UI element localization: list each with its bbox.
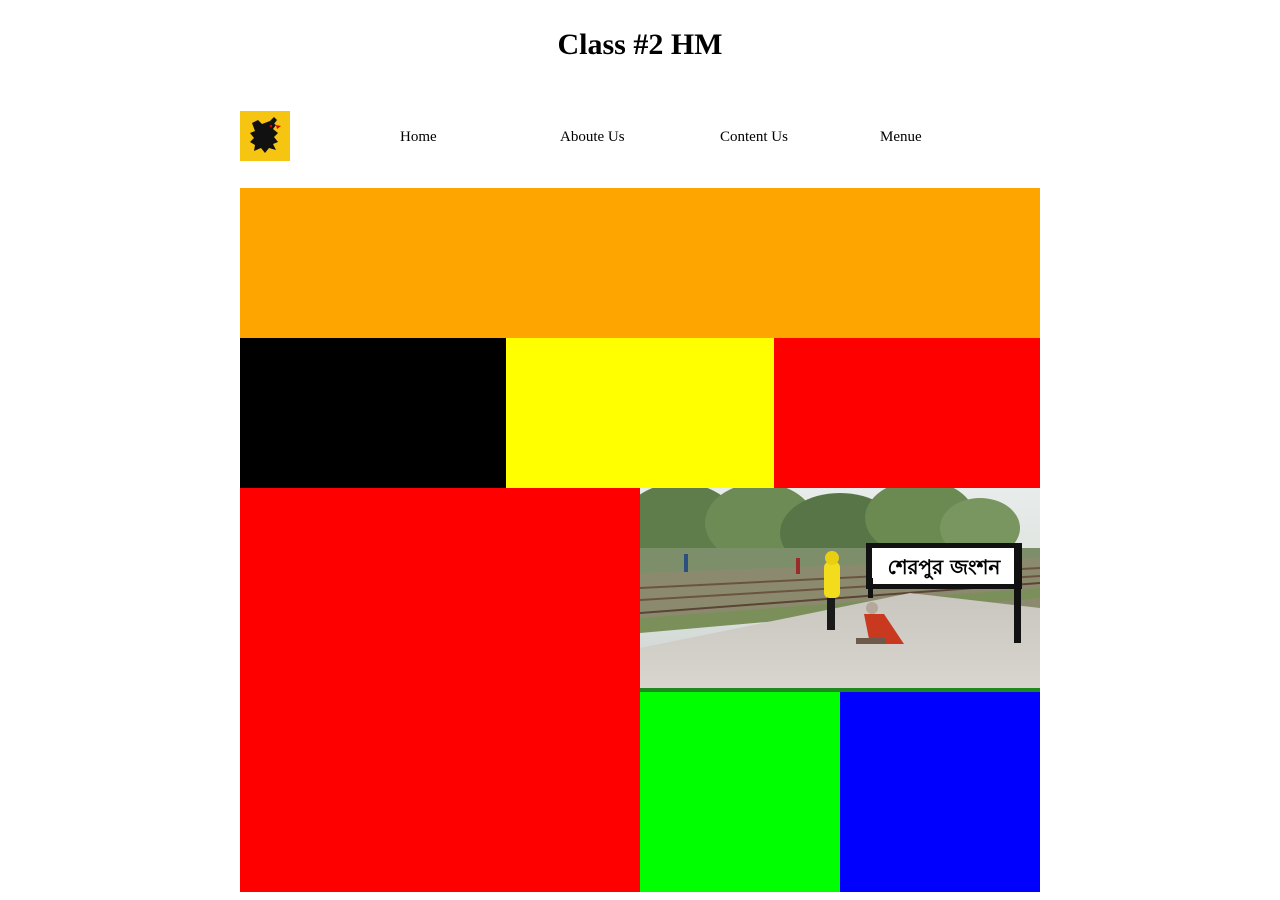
logo[interactable] (240, 111, 290, 161)
color-grid: শেরপুর জংশন (240, 188, 1040, 892)
nav-bar: Home Aboute Us Content Us Menue (240, 111, 1040, 161)
nav-content-link[interactable]: Content Us (720, 129, 788, 146)
station-sign-text: শেরপুর জংশন (888, 555, 1002, 580)
lion-logo-icon (240, 111, 290, 161)
green-block (640, 692, 840, 892)
black-block (240, 338, 506, 488)
orange-banner-block (240, 188, 1040, 338)
station-photo: শেরপুর জংশন (640, 488, 1040, 688)
nav-about-link[interactable]: Aboute Us (560, 129, 625, 146)
blue-block (840, 692, 1040, 892)
red-block-top (774, 338, 1040, 488)
page-title: Class #2 HM (557, 28, 723, 61)
yellow-block (506, 338, 774, 488)
red-block-large (240, 488, 640, 892)
nav-menu-link[interactable]: Menue (880, 129, 922, 146)
nav-home-link[interactable]: Home (400, 129, 437, 146)
